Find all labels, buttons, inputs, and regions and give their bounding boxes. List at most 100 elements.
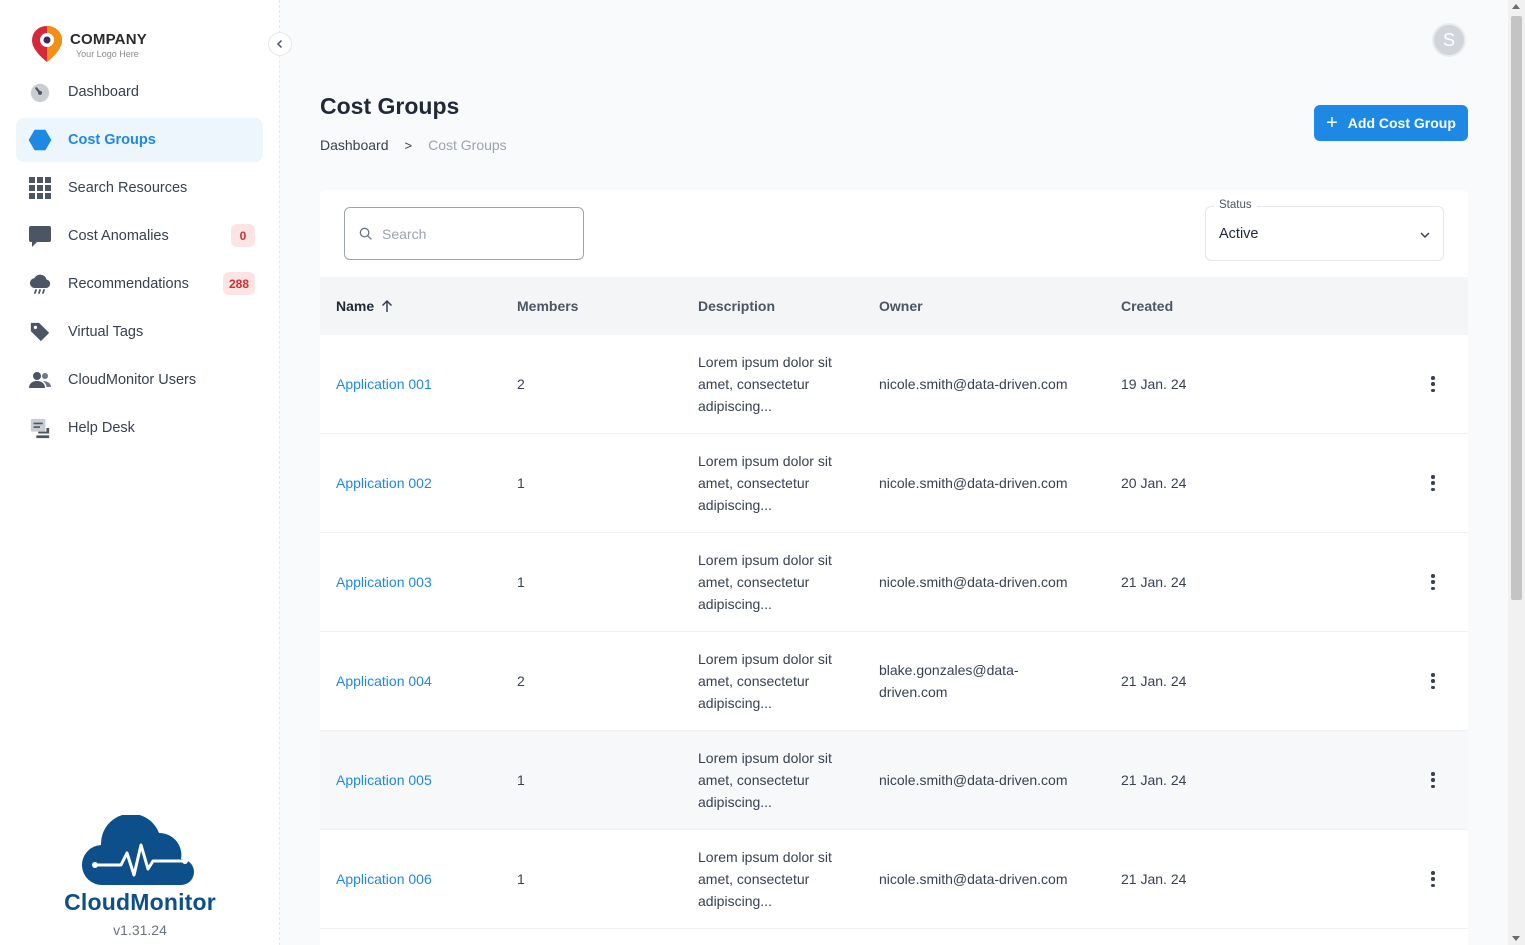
gauge-icon xyxy=(28,80,52,104)
owner-email: nicole.smith@data-driven.com xyxy=(879,574,1068,590)
created-date: 21 Jan. 24 xyxy=(1121,871,1187,887)
table-row: Application 006 1 Lorem ipsum dolor sit … xyxy=(320,830,1468,929)
cost-group-name-link[interactable]: Application 006 xyxy=(336,868,432,890)
owner-email: nicole.smith@data-driven.com xyxy=(879,376,1068,392)
cost-groups-card: Status Active Name Members Description O… xyxy=(320,190,1468,945)
owner-email: nicole.smith@data-driven.com xyxy=(879,772,1068,788)
plus-icon: + xyxy=(1326,112,1338,134)
owner-email: nicole.smith@data-driven.com xyxy=(879,475,1068,491)
grid-icon xyxy=(28,176,52,200)
user-avatar[interactable]: S xyxy=(1432,23,1466,57)
column-header-description[interactable]: Description xyxy=(698,298,858,314)
location-pin-icon xyxy=(32,26,62,62)
sidebar-item-dashboard[interactable]: Dashboard xyxy=(16,70,263,114)
cost-group-name-link[interactable]: Application 004 xyxy=(336,670,432,692)
helpdesk-icon xyxy=(28,416,52,440)
cost-group-name-link[interactable]: Application 005 xyxy=(336,769,432,791)
members-count: 1 xyxy=(517,871,525,887)
table-row: Application 003 1 Lorem ipsum dolor sit … xyxy=(320,533,1468,632)
cloudmonitor-brand: CloudMonitor v1.31.24 xyxy=(50,815,230,938)
sidebar-item-virtual-tags[interactable]: Virtual Tags xyxy=(16,310,263,354)
table-row: Application 001 2 Lorem ipsum dolor sit … xyxy=(320,335,1468,434)
more-options-icon[interactable] xyxy=(1425,374,1441,394)
brand-name: CloudMonitor xyxy=(64,889,216,915)
count-badge: 0 xyxy=(231,224,255,247)
created-date: 21 Jan. 24 xyxy=(1121,673,1187,689)
sort-ascending-icon xyxy=(382,299,393,312)
cloud-rain-icon xyxy=(28,272,52,296)
add-cost-group-label: Add Cost Group xyxy=(1347,115,1456,131)
members-count: 1 xyxy=(517,772,525,788)
description-text: Lorem ipsum dolor sit amet, consectetur … xyxy=(698,354,832,414)
page-title: Cost Groups xyxy=(320,93,460,119)
table-row: Application 004 2 Lorem ipsum dolor sit … xyxy=(320,632,1468,731)
created-date: 19 Jan. 24 xyxy=(1121,376,1187,392)
sidebar-item-label: Help Desk xyxy=(68,420,135,436)
description-text: Lorem ipsum dolor sit amet, consectetur … xyxy=(698,651,832,711)
description-text: Lorem ipsum dolor sit amet, consectetur … xyxy=(698,750,832,810)
column-header-members[interactable]: Members xyxy=(517,298,578,314)
created-date: 21 Jan. 24 xyxy=(1121,772,1187,788)
owner-email: blake.gonzales@data-driven.com xyxy=(879,662,1019,700)
more-options-icon[interactable] xyxy=(1425,671,1441,691)
description-text: Lorem ipsum dolor sit amet, consectetur … xyxy=(698,552,832,612)
sidebar-item-cost-groups[interactable]: Cost Groups xyxy=(16,118,263,162)
sidebar-item-label: CloudMonitor Users xyxy=(68,372,197,388)
description-text: Lorem ipsum dolor sit amet, consectetur … xyxy=(698,453,832,513)
chat-bubble-icon xyxy=(28,224,52,248)
breadcrumb-dashboard-link[interactable]: Dashboard xyxy=(320,137,389,153)
breadcrumb-current: Cost Groups xyxy=(428,137,507,153)
logo-tagline: Your Logo Here xyxy=(76,49,139,59)
column-header-created[interactable]: Created xyxy=(1121,298,1173,314)
add-cost-group-button[interactable]: + Add Cost Group xyxy=(1314,105,1468,141)
table-row: Application 002 1 Lorem ipsum dolor sit … xyxy=(320,434,1468,533)
chevron-left-icon xyxy=(276,39,283,49)
column-header-label: Name xyxy=(336,298,375,314)
more-options-icon[interactable] xyxy=(1425,473,1441,493)
status-value: Active xyxy=(1219,225,1259,242)
owner-email: nicole.smith@data-driven.com xyxy=(879,871,1068,887)
company-logo[interactable]: COMPANY Your Logo Here xyxy=(30,22,170,64)
cost-group-name-link[interactable]: Application 002 xyxy=(336,472,432,494)
column-header-name[interactable]: Name xyxy=(336,298,393,314)
search-input[interactable] xyxy=(382,225,572,242)
cost-groups-table: Name Members Description Owner Created A… xyxy=(320,277,1468,929)
status-select[interactable]: Status Active xyxy=(1205,199,1444,261)
page-scrollbar[interactable] xyxy=(1508,0,1525,945)
table-header: Name Members Description Owner Created xyxy=(320,277,1468,335)
more-options-icon[interactable] xyxy=(1425,770,1441,790)
status-label: Status xyxy=(1214,199,1257,211)
sidebar-item-label: Dashboard xyxy=(68,84,139,100)
logo-company-name: COMPANY xyxy=(70,31,147,48)
sidebar: COMPANY Your Logo Here Dashboard Cost Gr… xyxy=(0,0,280,945)
scroll-up-arrow-icon[interactable] xyxy=(1512,4,1520,9)
more-options-icon[interactable] xyxy=(1425,572,1441,592)
sidebar-item-help-desk[interactable]: Help Desk xyxy=(16,406,263,450)
sidebar-item-label: Recommendations xyxy=(68,276,189,292)
column-header-owner[interactable]: Owner xyxy=(879,298,1089,314)
hexagon-icon xyxy=(28,128,52,152)
scrollbar-thumb[interactable] xyxy=(1511,16,1522,600)
scroll-down-arrow-icon[interactable] xyxy=(1512,936,1520,941)
sidebar-item-label: Cost Anomalies xyxy=(68,228,169,244)
description-text: Lorem ipsum dolor sit amet, consectetur … xyxy=(698,849,832,909)
search-box[interactable] xyxy=(344,207,584,260)
sidebar-nav: Dashboard Cost Groups Search Resources C… xyxy=(16,70,263,454)
breadcrumb: Dashboard > Cost Groups xyxy=(320,137,507,153)
count-badge: 288 xyxy=(222,272,255,295)
members-count: 1 xyxy=(517,475,525,491)
sidebar-item-cloudmonitor-users[interactable]: CloudMonitor Users xyxy=(16,358,263,402)
sidebar-item-label: Search Resources xyxy=(68,180,188,196)
sidebar-item-cost-anomalies[interactable]: Cost Anomalies 0 xyxy=(16,214,263,258)
members-count: 2 xyxy=(517,376,525,392)
tag-icon xyxy=(28,320,52,344)
collapse-sidebar-button[interactable] xyxy=(268,32,292,56)
sidebar-item-search-resources[interactable]: Search Resources xyxy=(16,166,263,210)
sidebar-item-recommendations[interactable]: Recommendations 288 xyxy=(16,262,263,306)
cost-group-name-link[interactable]: Application 003 xyxy=(336,571,432,593)
cost-group-name-link[interactable]: Application 001 xyxy=(336,373,432,395)
more-options-icon[interactable] xyxy=(1425,869,1441,889)
cloud-heartbeat-icon xyxy=(81,815,194,886)
members-count: 1 xyxy=(517,574,525,590)
users-icon xyxy=(28,368,52,392)
